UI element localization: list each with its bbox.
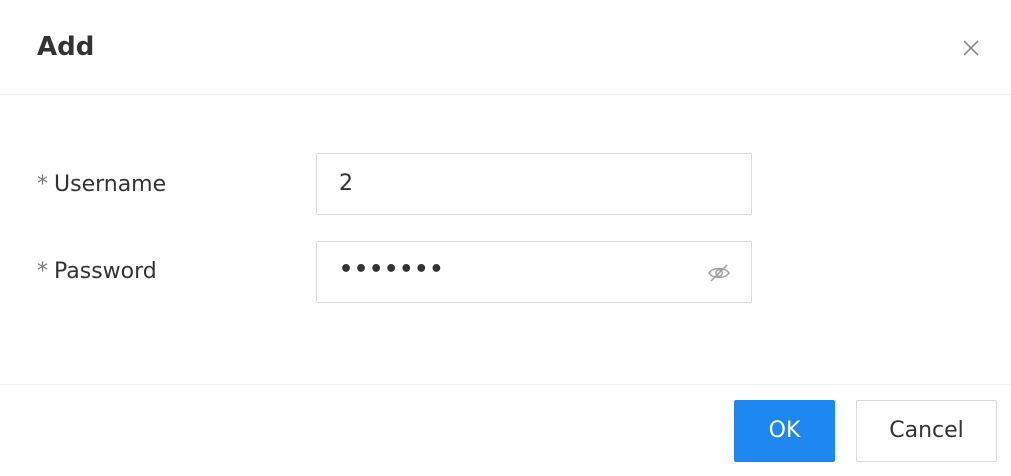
- password-input[interactable]: •••••••: [316, 241, 752, 303]
- username-label-text: Username: [54, 172, 167, 197]
- password-value: •••••••: [339, 257, 445, 282]
- close-button[interactable]: [956, 33, 986, 63]
- close-icon: [956, 33, 986, 63]
- username-input[interactable]: 2: [316, 153, 752, 215]
- header-divider: [0, 94, 1011, 95]
- cancel-button[interactable]: Cancel: [856, 400, 997, 462]
- password-visibility-toggle[interactable]: [705, 259, 733, 287]
- footer-divider: [0, 384, 1011, 385]
- add-dialog: Add * Username 2 * Password ••••••• OK C…: [0, 0, 1011, 476]
- dialog-title: Add: [37, 32, 95, 62]
- required-mark: *: [37, 172, 48, 197]
- eye-slash-icon: [705, 264, 733, 291]
- password-label: * Password: [37, 256, 157, 288]
- ok-button[interactable]: OK: [734, 400, 835, 462]
- username-value: 2: [339, 171, 353, 196]
- username-label: * Username: [37, 169, 166, 201]
- required-mark: *: [37, 259, 48, 284]
- password-label-text: Password: [54, 259, 157, 284]
